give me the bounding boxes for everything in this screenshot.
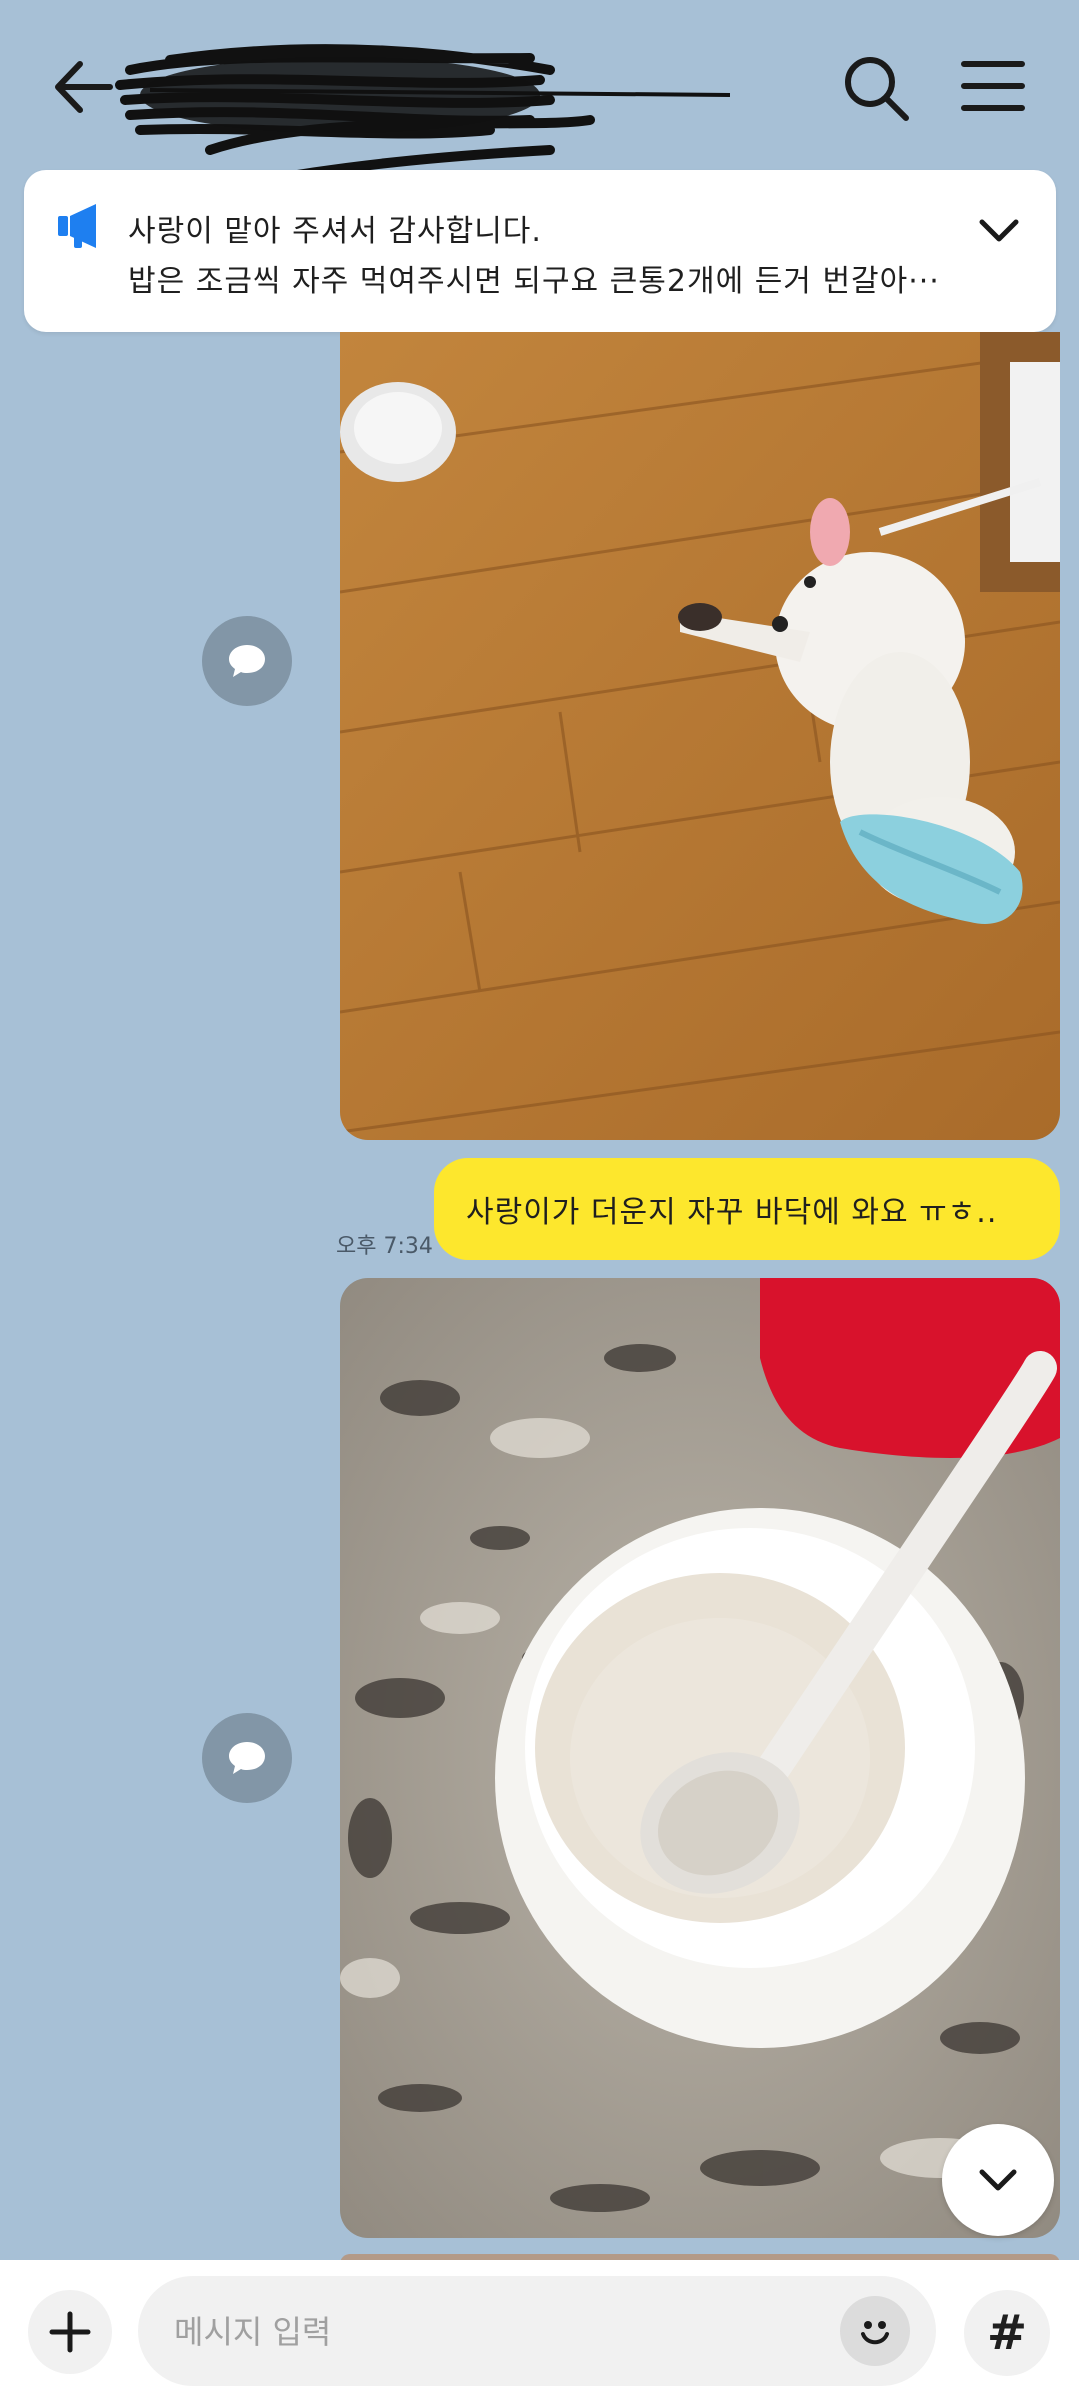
message-input-bar: # (0, 2260, 1079, 2403)
notice-line-2: 밥은 조금씩 자주 먹여주시면 되구요 큰통2개에 든거 번갈아··· (128, 264, 940, 299)
search-icon[interactable] (840, 52, 912, 124)
scroll-to-bottom-button[interactable] (942, 2124, 1054, 2236)
emoji-button[interactable] (840, 2296, 910, 2366)
pinned-notice[interactable]: 사랑이 맡아 주셔서 감사합니다. 밥은 조금씩 자주 먹여주시면 되구요 큰통… (24, 170, 1056, 332)
share-button[interactable] (202, 1713, 292, 1803)
share-icon (229, 645, 265, 677)
photo-message[interactable] (340, 332, 1060, 1140)
share-icon (229, 1742, 265, 1774)
megaphone-icon (58, 204, 96, 248)
notice-line-1: 사랑이 맡아 주셔서 감사합니다. (128, 214, 542, 249)
bowl-photo (340, 1278, 1060, 2238)
plus-icon (49, 2311, 91, 2353)
dog-on-floor-photo (340, 332, 1060, 1140)
emoji-icon (861, 2321, 889, 2345)
chevron-down-icon (979, 2169, 1017, 2191)
photo-message[interactable] (340, 1278, 1060, 2238)
hashtag-button[interactable]: # (964, 2290, 1050, 2376)
my-message-bubble[interactable]: 사랑이가 더운지 자꾸 바닥에 와요 ㅠㅎ.. (434, 1158, 1060, 1260)
message-input[interactable] (172, 2298, 816, 2366)
message-timestamp: 오후 7:34 (336, 1234, 433, 1259)
share-button[interactable] (202, 616, 292, 706)
message-text: 사랑이가 더운지 자꾸 바닥에 와요 ㅠㅎ.. (466, 1195, 998, 1230)
chevron-down-icon[interactable] (974, 206, 1024, 256)
message-field[interactable] (138, 2276, 936, 2386)
chat-header (0, 0, 1079, 215)
attach-button[interactable] (28, 2290, 112, 2374)
hamburger-menu-icon[interactable] (958, 56, 1028, 116)
